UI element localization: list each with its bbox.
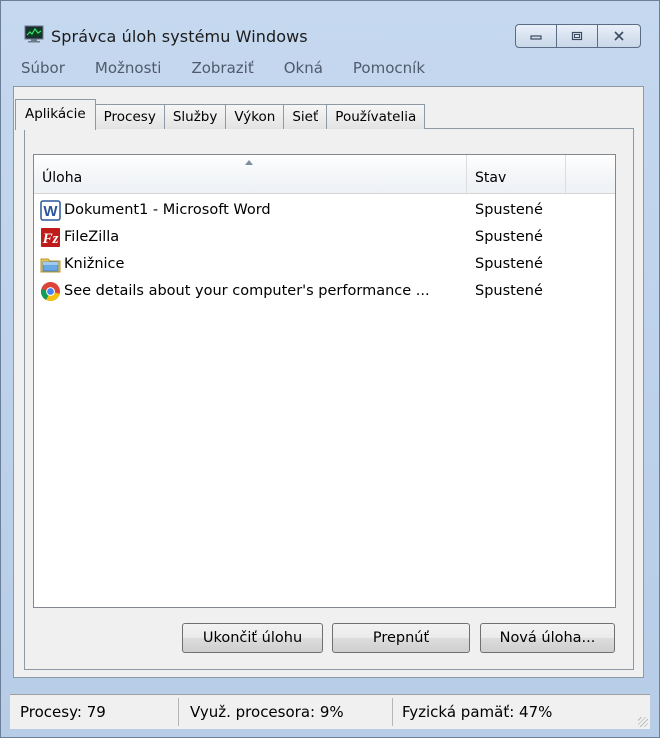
status-divider bbox=[178, 698, 179, 726]
word-icon: W bbox=[40, 200, 61, 221]
task-status: Spustené bbox=[475, 256, 543, 272]
menu-options[interactable]: Možnosti bbox=[95, 59, 162, 83]
tab-networking[interactable]: Sieť bbox=[283, 104, 328, 129]
column-header-status[interactable]: Stav bbox=[467, 155, 566, 193]
window-controls bbox=[515, 24, 641, 48]
tab-performance[interactable]: Výkon bbox=[225, 104, 285, 129]
status-bar: Procesy: 79 Využ. procesora: 9% Fyzická … bbox=[10, 694, 650, 729]
filezilla-icon: Fz bbox=[41, 228, 60, 247]
task-name: Dokument1 - Microsoft Word bbox=[64, 202, 271, 218]
task-row-filezilla[interactable]: Fz FileZilla Spustené bbox=[34, 224, 615, 251]
task-row-word[interactable]: W Dokument1 - Microsoft Word Spustené bbox=[34, 197, 615, 224]
tab-users[interactable]: Používatelia bbox=[326, 104, 426, 129]
switch-to-button[interactable]: Prepnúť bbox=[332, 623, 470, 653]
task-row-libraries[interactable]: Knižnice Spustené bbox=[34, 251, 615, 278]
close-icon bbox=[614, 31, 624, 41]
close-button[interactable] bbox=[597, 24, 641, 48]
menu-bar: Súbor Možnosti Zobraziť Okná Pomocník bbox=[21, 59, 649, 83]
task-name: Knižnice bbox=[64, 256, 125, 272]
chrome-icon bbox=[40, 282, 60, 302]
library-folder-icon bbox=[40, 258, 61, 273]
task-manager-app-icon bbox=[24, 25, 44, 43]
title-bar[interactable]: Správca úloh systému Windows bbox=[1, 1, 659, 51]
new-task-button[interactable]: Nová úloha... bbox=[480, 623, 615, 653]
tab-processes[interactable]: Procesy bbox=[94, 104, 165, 129]
maximize-icon bbox=[571, 31, 583, 41]
column-header-status-label: Stav bbox=[475, 170, 507, 186]
minimize-button[interactable] bbox=[515, 24, 557, 48]
maximize-button[interactable] bbox=[556, 24, 598, 48]
minimize-icon bbox=[530, 35, 542, 40]
column-header-task[interactable]: Úloha bbox=[34, 155, 467, 193]
column-header-task-label: Úloha bbox=[42, 170, 83, 186]
status-memory: Fyzická pamäť: 47% bbox=[402, 703, 553, 721]
resize-grip[interactable] bbox=[638, 717, 648, 727]
menu-windows[interactable]: Okná bbox=[284, 59, 323, 83]
task-status: Spustené bbox=[475, 283, 543, 299]
svg-text:Fz: Fz bbox=[42, 231, 59, 247]
menu-help[interactable]: Pomocník bbox=[353, 59, 425, 83]
menu-file[interactable]: Súbor bbox=[21, 59, 65, 83]
status-divider bbox=[392, 698, 393, 726]
tab-strip: Aplikácie Procesy Služby Výkon Sieť Použ… bbox=[15, 97, 426, 130]
task-name: FileZilla bbox=[64, 229, 120, 245]
end-task-button[interactable]: Ukončiť úlohu bbox=[182, 623, 323, 653]
menu-view[interactable]: Zobraziť bbox=[191, 59, 253, 83]
task-row-chrome[interactable]: See details about your computer's perfor… bbox=[34, 278, 615, 305]
task-name: See details about your computer's perfor… bbox=[64, 283, 430, 299]
task-status: Spustené bbox=[475, 229, 543, 245]
window-title: Správca úloh systému Windows bbox=[51, 27, 308, 46]
sort-ascending-icon bbox=[245, 160, 253, 165]
svg-text:W: W bbox=[43, 203, 58, 220]
task-list[interactable]: Úloha Stav W Dokument1 - Microsoft Word … bbox=[33, 154, 616, 608]
list-header: Úloha Stav bbox=[34, 155, 615, 194]
status-cpu: Využ. procesora: 9% bbox=[190, 703, 344, 721]
status-processes: Procesy: 79 bbox=[20, 703, 106, 721]
tab-applications[interactable]: Aplikácie bbox=[15, 99, 96, 130]
task-status: Spustené bbox=[475, 202, 543, 218]
tab-services[interactable]: Služby bbox=[163, 104, 227, 129]
